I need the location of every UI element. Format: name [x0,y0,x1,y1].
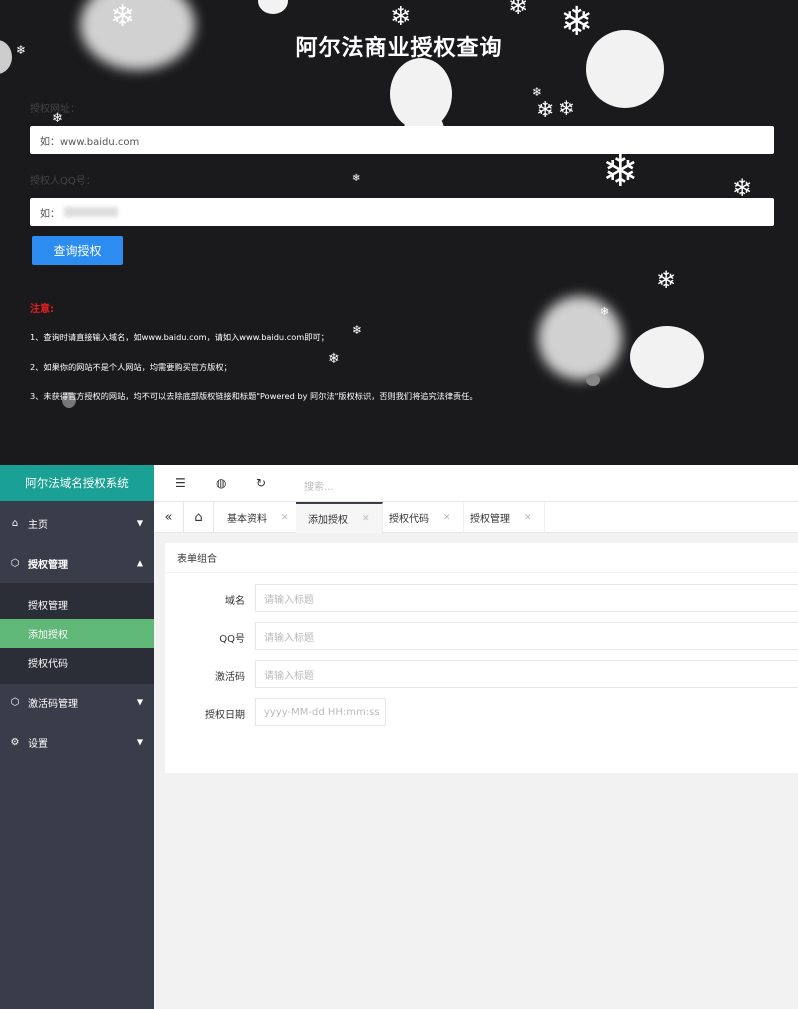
snow-blob [538,296,622,380]
nav-label: 主页 [28,519,48,531]
nav-label: 激活码管理 [28,698,78,710]
url-label: 授权网址： [30,104,80,115]
search-input[interactable]: 搜索... [304,478,334,493]
tab-bar: « ⌂ 基本资料 ✕ 添加授权 ✕ 授权代码 ✕ 授权管理 ✕ [154,502,798,533]
url-placeholder: 如：www.baidu.com [40,136,140,148]
nav-item-settings[interactable]: ⚙ 设置 ▼ [0,722,154,762]
url-input[interactable]: 如：www.baidu.com [30,126,774,154]
snowflake-icon: ❄ [110,0,136,34]
snowflake-icon: ❄ [558,96,575,120]
snowflake-icon: ❄ [352,173,361,184]
snowflake-icon: ❄ [352,323,363,337]
close-icon[interactable]: ✕ [443,513,451,523]
qq-placeholder: 如： [40,208,60,220]
notice-item: 2、如果你的网站不是个人网站，均需要购买官方版权； [30,362,232,372]
snowflake-icon: ❄ [602,146,639,197]
card-title: 表单组合 [165,543,798,573]
snow-blob [586,374,600,386]
cube-icon: ⬡ [10,557,20,569]
cube-icon: ⬡ [10,696,20,708]
activation-code-input[interactable]: 请输入标题 [255,660,798,688]
auth-query-page: ❄ ❄ ❄ ❄ ❄ ❄ ❄ ❄ ❄ ❄ ❄ ❄ ❄ ❄ ❄ ❄ 阿尔法商业授权查… [0,0,798,465]
form-row-activation: 激活码 请输入标题 [165,660,798,688]
query-button[interactable]: 查询授权 [32,236,123,265]
sub-item-add-auth[interactable]: 添加授权 [0,619,154,648]
snowflake-icon: ❄ [536,98,555,123]
refresh-icon[interactable]: ↻ [256,476,266,490]
close-icon[interactable]: ✕ [524,513,532,523]
redacted-number [64,207,118,217]
snowflake-icon: ❄ [508,0,529,20]
gear-icon: ⚙ [10,736,20,748]
form-label: 授权日期 [205,710,245,721]
sidebar: 阿尔法域名授权系统 ⌂ 主页 ▼ ⬡ 授权管理 ▲ 授权管理 添加授权 授权代码… [0,465,154,1009]
sub-item-auth-manage[interactable]: 授权管理 [0,590,154,619]
close-icon[interactable]: ✕ [362,514,370,524]
notice-item: 3、未获得官方授权的网站，均不可以去除底部版权链接和标题"Powered by … [30,391,478,401]
form-row-qq: QQ号 请输入标题 [165,622,798,650]
notice-item: 1、查询时请直接输入域名，如www.baidu.com，请如入www.baidu… [30,332,329,342]
snowflake-icon: ❄ [328,351,340,367]
form-label: QQ号 [219,634,245,645]
form-row-date: 授权日期 yyyy-MM-dd HH:mm:ss [165,698,798,726]
form-label: 激活码 [215,672,245,683]
snow-blob [258,0,288,14]
qq-label: 授权人QQ号： [30,176,96,187]
nav-label: 设置 [28,738,48,750]
snowflake-icon: ❄ [732,174,753,202]
caret-down-icon: ▼ [136,697,143,707]
admin-panel: 阿尔法域名授权系统 ⌂ 主页 ▼ ⬡ 授权管理 ▲ 授权管理 添加授权 授权代码… [0,465,798,1009]
auth-submenu: 授权管理 添加授权 授权代码 [0,583,154,684]
tab-label: 授权代码 [389,514,429,525]
nav-item-auth[interactable]: ⬡ 授权管理 ▲ [0,543,154,583]
sub-item-auth-code[interactable]: 授权代码 [0,648,154,677]
tab-auth-manage[interactable]: 授权管理 ✕ [458,502,545,533]
qq-input[interactable]: 如： [30,198,774,226]
page-title: 阿尔法商业授权查询 [295,36,503,61]
auth-date-input[interactable]: yyyy-MM-dd HH:mm:ss [255,698,386,726]
logo[interactable]: 阿尔法域名授权系统 [0,465,154,501]
menu-fold-icon[interactable]: ☰ [175,476,186,490]
tab-label: 授权管理 [470,514,510,525]
snowflake-icon: ❄ [532,85,543,99]
close-icon[interactable]: ✕ [281,513,289,523]
tab-label: 基本资料 [227,514,267,525]
form-card: 表单组合 域名 请输入标题 QQ号 请输入标题 激活码 请输入标题 授权日期 y… [165,543,798,773]
globe-icon[interactable]: ◍ [216,476,226,490]
form-label: 域名 [225,596,245,607]
notice-title: 注意: [30,304,54,315]
tabs-left-icon[interactable]: « [154,502,184,533]
caret-down-icon: ▼ [136,518,143,528]
nav-item-home[interactable]: ⌂ 主页 ▼ [0,503,154,543]
form-row-domain: 域名 请输入标题 [165,584,798,612]
snow-blob [630,326,704,388]
tab-auth-code[interactable]: 授权代码 ✕ [377,502,464,533]
snowflake-icon: ❄ [600,305,610,318]
home-tab-icon[interactable]: ⌂ [184,502,214,533]
nav-label: 授权管理 [28,559,68,571]
qq-input[interactable]: 请输入标题 [255,622,798,650]
tab-add-auth[interactable]: 添加授权 ✕ [296,502,383,533]
tab-label: 添加授权 [308,515,348,526]
caret-up-icon: ▲ [136,558,143,568]
tab-profile[interactable]: 基本资料 ✕ [215,502,302,533]
domain-input[interactable]: 请输入标题 [255,584,798,612]
caret-down-icon: ▼ [136,737,143,747]
snowflake-icon: ❄ [656,266,677,294]
snowflake-icon: ❄ [390,2,412,32]
home-icon: ⌂ [11,517,19,529]
nav-item-activation[interactable]: ⬡ 激活码管理 ▼ [0,682,154,722]
top-toolbar: ☰ ◍ ↻ 搜索... [154,465,798,502]
